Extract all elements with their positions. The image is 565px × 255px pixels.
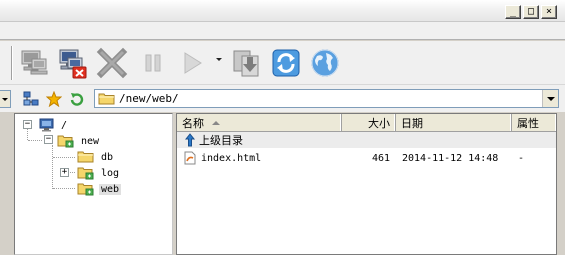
folder-icon (77, 183, 94, 196)
file-attr: - (518, 152, 525, 164)
file-name: index.html (201, 152, 262, 164)
close-button[interactable]: × (541, 5, 557, 19)
network-tree-icon (23, 91, 39, 106)
view-options-button[interactable] (22, 91, 40, 107)
play-dropdown-arrow[interactable] (216, 58, 222, 61)
download-icon (233, 50, 259, 77)
list-row-parent[interactable]: 上级目录 (177, 132, 556, 148)
file-date: 2014-11-12 14:48 (402, 152, 499, 164)
file-size: 461 (371, 152, 390, 164)
chevron-down-icon (546, 96, 555, 101)
left-combo[interactable] (0, 90, 11, 108)
toolbar (0, 41, 565, 84)
right-edge (557, 113, 565, 255)
column-header-name-label: 名称 (182, 116, 204, 130)
folder-icon (98, 92, 116, 108)
left-panel-edge (0, 113, 13, 255)
path-combo[interactable]: /new/web/ (94, 89, 559, 108)
connect-button[interactable] (18, 47, 50, 79)
path-dropdown-button[interactable] (542, 90, 558, 107)
path-text[interactable]: /new/web/ (119, 92, 179, 105)
favorites-button[interactable] (45, 91, 63, 107)
column-header-size[interactable]: 大小 (342, 114, 396, 131)
address-bar: /new/web/ (0, 84, 565, 112)
column-header-attr[interactable]: 属性 (512, 114, 556, 131)
refresh-button[interactable] (270, 47, 302, 79)
tree-node-label: log (101, 167, 120, 179)
title-bar: _ □ × (0, 0, 565, 22)
html-file-icon (184, 151, 196, 165)
tree-node-label: new (81, 135, 100, 147)
cancel-icon (96, 47, 128, 79)
globe-icon (311, 49, 339, 77)
minimize-button[interactable]: _ (505, 5, 521, 19)
tree-node-label: db (101, 151, 114, 163)
list-row[interactable]: index.html 461 2014-11-12 14:48 - (177, 150, 556, 166)
parent-directory-label: 上级目录 (199, 134, 243, 147)
sort-ascending-icon (212, 120, 220, 125)
folder-tree: − / − new db + log web (14, 113, 173, 255)
cancel-button[interactable] (96, 47, 128, 79)
list-header: 名称 大小 日期 属性 (177, 114, 556, 132)
computer-icon (39, 118, 54, 132)
folder-icon (77, 167, 94, 180)
tree-node-new[interactable]: new (57, 133, 101, 149)
disconnect-icon (59, 49, 87, 79)
pause-icon (145, 54, 161, 72)
column-header-date-label: 日期 (401, 116, 423, 130)
play-icon (184, 52, 202, 74)
star-icon (46, 91, 62, 107)
tree-collapse-root[interactable]: − (23, 120, 32, 129)
connect-icon (21, 50, 48, 75)
disconnect-button[interactable] (56, 47, 88, 79)
window-controls: _ □ × (505, 5, 557, 19)
refresh-icon (272, 49, 300, 77)
tree-collapse-new[interactable]: − (44, 135, 53, 144)
folder-icon (77, 151, 94, 163)
tree-node-label: web (99, 183, 122, 195)
up-arrow-icon (184, 133, 196, 147)
file-list: 名称 大小 日期 属性 上级目录 index.html 461 2014-11-… (176, 113, 557, 255)
download-button[interactable] (230, 47, 262, 79)
column-header-size-label: 大小 (368, 116, 390, 130)
maximize-button[interactable]: □ (523, 5, 539, 19)
play-button[interactable] (176, 47, 208, 79)
folder-open-icon (57, 135, 74, 148)
tree-node-web[interactable]: web (77, 181, 122, 197)
go-back-button[interactable] (68, 91, 86, 107)
tree-root[interactable]: / (39, 117, 69, 133)
menu-strip (0, 22, 565, 40)
column-header-date[interactable]: 日期 (396, 114, 512, 131)
tree-expand-log[interactable]: + (60, 168, 69, 177)
tree-node-log[interactable]: log (77, 165, 121, 181)
tree-root-label: / (61, 119, 68, 131)
globe-button[interactable] (309, 47, 341, 79)
pause-button[interactable] (137, 47, 169, 79)
tree-node-db[interactable]: db (77, 149, 115, 165)
refresh-arrow-icon (70, 93, 84, 106)
column-header-name[interactable]: 名称 (177, 114, 342, 131)
toolbar-separator (11, 46, 12, 80)
column-header-attr-label: 属性 (517, 116, 539, 130)
